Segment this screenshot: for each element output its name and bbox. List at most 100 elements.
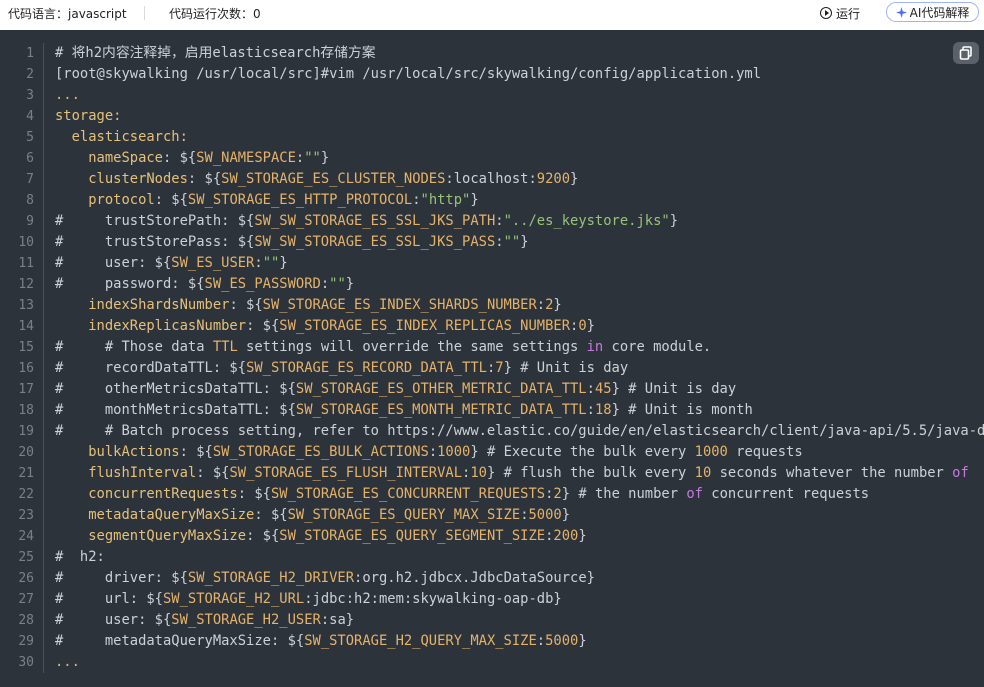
line-number: 5: [26, 130, 34, 145]
gutter-divider: [43, 484, 44, 505]
code-token: :: [536, 633, 546, 649]
code-token: :org.h2.jdbcx.JdbcDataSource}: [354, 570, 595, 586]
gutter-divider: [43, 505, 44, 526]
code-text: # driver: ${SW_STORAGE_H2_DRIVER:org.h2.…: [55, 568, 595, 589]
code-token: # trustStorePass: ${: [55, 234, 255, 250]
code-token: # h2:: [55, 549, 105, 565]
code-text: clusterNodes: ${SW_STORAGE_ES_CLUSTER_NO…: [55, 169, 578, 190]
gutter-divider: [43, 631, 44, 652]
code-token: # # Batch process setting, refer to http…: [55, 423, 984, 439]
code-text: [root@skywalking /usr/local/src]#vim /us…: [55, 64, 761, 85]
code-token: } # Unit is day: [611, 381, 737, 397]
code-token: clusterNodes: [55, 171, 188, 187]
code-token: :: [412, 192, 421, 208]
code-text: # trustStorePath: ${SW_SW_STORAGE_ES_SSL…: [55, 211, 678, 232]
code-token: : ${: [187, 171, 222, 187]
code-token: # user: ${: [55, 612, 172, 628]
code-token: } # flush the bulk every: [486, 465, 695, 481]
gutter-divider: [43, 190, 44, 211]
code-text: # h2:: [55, 547, 105, 568]
code-token: SW_SW_STORAGE_ES_SSL_JKS_PASS: [254, 234, 496, 250]
line-number: 13: [18, 298, 34, 313]
code-token: core module.: [603, 339, 712, 355]
code-line: 1 # 将h2内容注释掉，启用elasticsearch存储方案: [0, 43, 984, 64]
code-line: 12 # password: ${SW_ES_PASSWORD:""}: [0, 274, 984, 295]
code-token: 10: [694, 465, 712, 481]
code-text: indexReplicasNumber: ${SW_STORAGE_ES_IND…: [55, 316, 595, 337]
gutter-divider: [43, 43, 44, 64]
code-line: 9 # trustStorePath: ${SW_SW_STORAGE_ES_SS…: [0, 211, 984, 232]
sparkle-icon: [895, 6, 907, 18]
code-token: SW_STORAGE_ES_INDEX_REPLICAS_NUMBER: [279, 318, 571, 334]
code-line: 24 segmentQueryMaxSize: ${SW_STORAGE_ES_…: [0, 526, 984, 547]
code-token: :: [254, 255, 263, 271]
gutter-divider: [43, 568, 44, 589]
code-token: storage:: [55, 108, 122, 124]
code-line: 11 # user: ${SW_ES_USER:""}: [0, 253, 984, 274]
code-line: 23 metadataQueryMaxSize: ${SW_STORAGE_ES…: [0, 505, 984, 526]
code-token: 18: [594, 402, 612, 418]
code-editor[interactable]: 1 # 将h2内容注释掉，启用elasticsearch存储方案 2 [root@sk…: [0, 30, 984, 687]
code-line: 7 clusterNodes: ${SW_STORAGE_ES_CLUSTER_…: [0, 169, 984, 190]
code-token: : ${: [196, 465, 230, 481]
code-token: # trustStorePath: ${: [55, 213, 255, 229]
gutter-divider: [43, 589, 44, 610]
code-text: # user: ${SW_STORAGE_H2_USER:sa}: [55, 610, 354, 631]
code-line: 25 # h2:: [0, 547, 984, 568]
gutter-divider: [43, 316, 44, 337]
code-token: }: [320, 150, 330, 166]
line-number: 12: [18, 277, 34, 292]
line-number: 3: [26, 88, 34, 103]
line-number: 24: [18, 529, 34, 544]
code-token: 1000: [694, 444, 728, 460]
code-token: }: [279, 255, 288, 271]
line-number: 6: [26, 151, 34, 166]
code-token: }: [561, 507, 571, 523]
line-number: 16: [18, 361, 34, 376]
code-token: } # the number: [561, 486, 687, 502]
code-token: SW_SW_STORAGE_ES_SSL_JKS_PATH: [254, 213, 496, 229]
code-token: : ${: [246, 318, 280, 334]
run-button[interactable]: 运行: [820, 3, 860, 23]
gutter-divider: [43, 526, 44, 547]
code-token: metadataQueryMaxSize: [55, 507, 255, 523]
code-line: 19 # # Batch process setting, refer to ht…: [0, 421, 984, 442]
code-line: 15 # # Those data TTL settings will overr…: [0, 337, 984, 358]
code-token: :jdbc:h2:mem:skywalking-oap-db}: [304, 591, 562, 607]
code-block: 1 # 将h2内容注释掉，启用elasticsearch存储方案 2 [root@sk…: [0, 43, 984, 673]
code-token: segmentQueryMaxSize: [55, 528, 247, 544]
code-text: flushInterval: ${SW_STORAGE_ES_FLUSH_INT…: [55, 463, 969, 484]
ai-explain-button[interactable]: AI代码解释: [886, 2, 979, 22]
code-token: SW_STORAGE_H2_URL: [162, 591, 305, 607]
code-token: 9200: [536, 171, 571, 187]
code-line: 20 bulkActions: ${SW_STORAGE_ES_BULK_ACT…: [0, 442, 984, 463]
code-line: 17 # otherMetricsDataTTL: ${SW_STORAGE_ES…: [0, 379, 984, 400]
code-token: :: [520, 507, 529, 523]
code-token: # metadataQueryMaxSize: ${: [55, 633, 305, 649]
code-token: SW_STORAGE_ES_BULK_ACTIONS: [212, 444, 429, 460]
line-number: 15: [18, 340, 34, 355]
code-token: of: [686, 486, 703, 502]
code-line: 3...: [0, 85, 984, 106]
code-token: ...: [55, 654, 80, 670]
line-number: 26: [18, 571, 34, 586]
code-text: # user: ${SW_ES_USER:""}: [55, 253, 288, 274]
gutter-divider: [43, 610, 44, 631]
code-text: # trustStorePass: ${SW_SW_STORAGE_ES_SSL…: [55, 232, 529, 253]
code-text: segmentQueryMaxSize: ${SW_STORAGE_ES_QUE…: [55, 526, 586, 547]
code-token: }: [570, 171, 579, 187]
code-token: in: [586, 339, 604, 355]
code-token: :: [495, 213, 504, 229]
code-line: 2 [root@skywalking /usr/local/src]#vim /u…: [0, 64, 984, 85]
code-line: 26 # driver: ${SW_STORAGE_H2_DRIVER:org.h…: [0, 568, 984, 589]
line-number: 23: [18, 508, 34, 523]
code-line: 22 concurrentRequests: ${SW_STORAGE_ES_C…: [0, 484, 984, 505]
code-token: "": [329, 276, 346, 292]
line-number: 11: [18, 256, 34, 271]
code-text: bulkActions: ${SW_STORAGE_ES_BULK_ACTION…: [55, 442, 802, 463]
code-text: # monthMetricsDataTTL: ${SW_STORAGE_ES_M…: [55, 400, 753, 421]
code-line: 10 # trustStorePass: ${SW_SW_STORAGE_ES_S…: [0, 232, 984, 253]
line-number: 9: [26, 214, 34, 229]
code-text: concurrentRequests: ${SW_STORAGE_ES_CONC…: [55, 484, 869, 505]
code-token: :: [536, 297, 546, 313]
